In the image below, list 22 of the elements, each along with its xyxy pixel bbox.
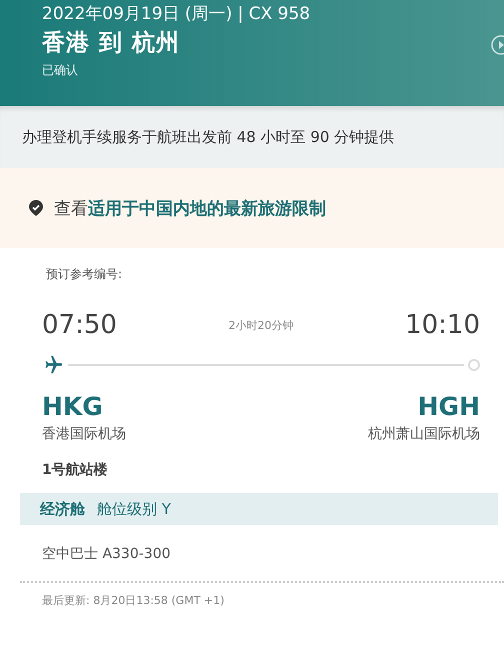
aircraft-type: 空中巴士 A330-300 <box>41 545 172 563</box>
arrival-time: 10:10 <box>405 310 480 340</box>
checkin-notice: 办理登机手续服务于航班出发前 48 小时至 90 分钟提供 <box>0 106 504 168</box>
location-pin-icon <box>28 199 44 217</box>
destination-code: HGH <box>418 392 480 421</box>
destination-dot <box>468 359 480 371</box>
travel-notice-text: 查看适用于中国内地的最新旅游限制 <box>54 198 326 220</box>
cabin-class: 经济舱 <box>40 500 85 518</box>
travel-restrictions-link[interactable]: 适用于中国内地的最新旅游限制 <box>88 198 326 218</box>
origin-airport: 香港国际机场 <box>42 425 126 443</box>
booking-status: 已确认 <box>42 62 79 79</box>
route-title: 香港 到 杭州 <box>42 29 182 58</box>
booking-reference-label: 预订参考编号: <box>45 266 124 283</box>
last-updated: 最后更新: 8月20日13:58 (GMT +1) <box>20 581 504 608</box>
terminal-label: 1号航站楼 <box>41 460 109 479</box>
flight-date-number: 2022年09月19日 (周一) | CX 958 <box>42 3 312 26</box>
origin-code: HKG <box>42 392 103 421</box>
fare-class: 舱位级别 Y <box>97 500 171 518</box>
flight-duration: 2小时20分钟 <box>228 318 294 332</box>
departure-time: 07:50 <box>42 310 117 340</box>
play-icon[interactable] <box>490 34 504 56</box>
destination-airport: 杭州萧山国际机场 <box>368 425 480 443</box>
